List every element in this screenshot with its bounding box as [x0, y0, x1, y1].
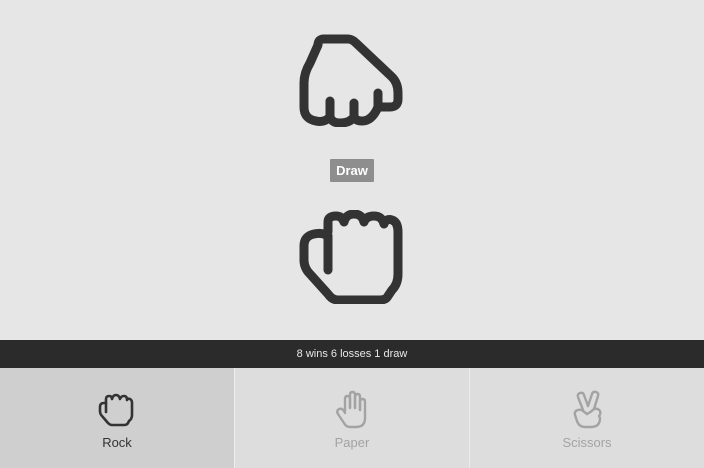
result-badge: Draw [330, 159, 374, 182]
game-stage: Draw [0, 0, 704, 340]
rock-fist-icon [299, 34, 403, 127]
rock-button[interactable]: Rock [0, 368, 235, 468]
opponent-hand [298, 33, 406, 127]
score-bar: 8 wins 6 losses 1 draw [0, 340, 704, 368]
rock-label: Rock [102, 435, 132, 450]
choice-bar: Rock Paper Scissors [0, 368, 704, 468]
rock-fist-icon [299, 210, 403, 304]
scissors-button[interactable]: Scissors [470, 368, 704, 468]
scissors-label: Scissors [562, 435, 612, 450]
paper-hand-icon [332, 390, 372, 430]
paper-label: Paper [334, 435, 370, 450]
paper-button[interactable]: Paper [235, 368, 470, 468]
rock-fist-icon [97, 390, 137, 430]
player-hand [298, 210, 406, 304]
scissors-hand-icon [567, 390, 607, 430]
